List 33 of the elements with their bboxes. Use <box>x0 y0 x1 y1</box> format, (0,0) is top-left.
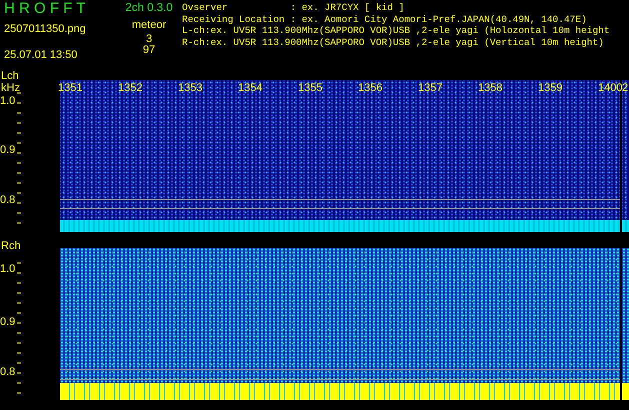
count-label: meteor <box>130 18 168 33</box>
info-line: R-ch:ex. UV5R 113.900Mhz(SAPPORO VOR)USB ,2-ele yagi (Vertical 10m height) <box>182 36 605 48</box>
time-label: 1352 <box>118 82 142 94</box>
time-label: 1351 <box>58 82 82 94</box>
axis-tick-label: 1.0 <box>0 95 16 107</box>
channel-label: Lch <box>1 70 19 82</box>
channel-label: Rch <box>1 240 21 252</box>
info-line: Ovserver : ex. JR7CYX [ kid ] <box>182 2 406 14</box>
axis-tick-label: 1.0 <box>0 263 16 275</box>
axis-tick-label: 0.8 <box>0 366 16 378</box>
info-line: Receiving Location : ex. Aomori City Aomori-Pref.JAPAN(40.49N, 140.47E) <box>182 14 588 25</box>
app-title: H R O F F T <box>4 0 86 17</box>
axis-tick-label: 0.9 <box>0 316 16 328</box>
amplitude-strip <box>622 220 629 232</box>
meteor-count: 97 <box>142 44 156 56</box>
version-label: 2ch 0.3.0 <box>124 1 174 16</box>
time-label: 1359 <box>538 82 562 94</box>
axis-tick-label: 0.8 <box>0 194 16 206</box>
axis-tick-label: 0.9 <box>0 144 16 156</box>
time-label: 2 <box>622 83 628 94</box>
time-label: 1354 <box>238 82 262 94</box>
info-line: L-ch:ex. UV5R 113.900Mhz(SAPPORO VOR)USB ,2-ele yagi (Holozontal 10m height <box>182 25 610 36</box>
file-name: 2507011350.png <box>4 22 87 37</box>
unit-label: kHz <box>1 82 20 94</box>
time-label: 1358 <box>478 82 502 94</box>
meteor-count: 3 <box>144 34 154 44</box>
time-label: 1400 <box>598 82 622 94</box>
time-label: 1357 <box>418 82 442 94</box>
date-time: 25.07.01 13:50 <box>4 48 78 62</box>
time-label: 1355 <box>298 82 322 94</box>
amplitude-strip <box>622 383 629 400</box>
time-label: 1353 <box>178 82 202 94</box>
time-label: 1356 <box>358 82 382 94</box>
